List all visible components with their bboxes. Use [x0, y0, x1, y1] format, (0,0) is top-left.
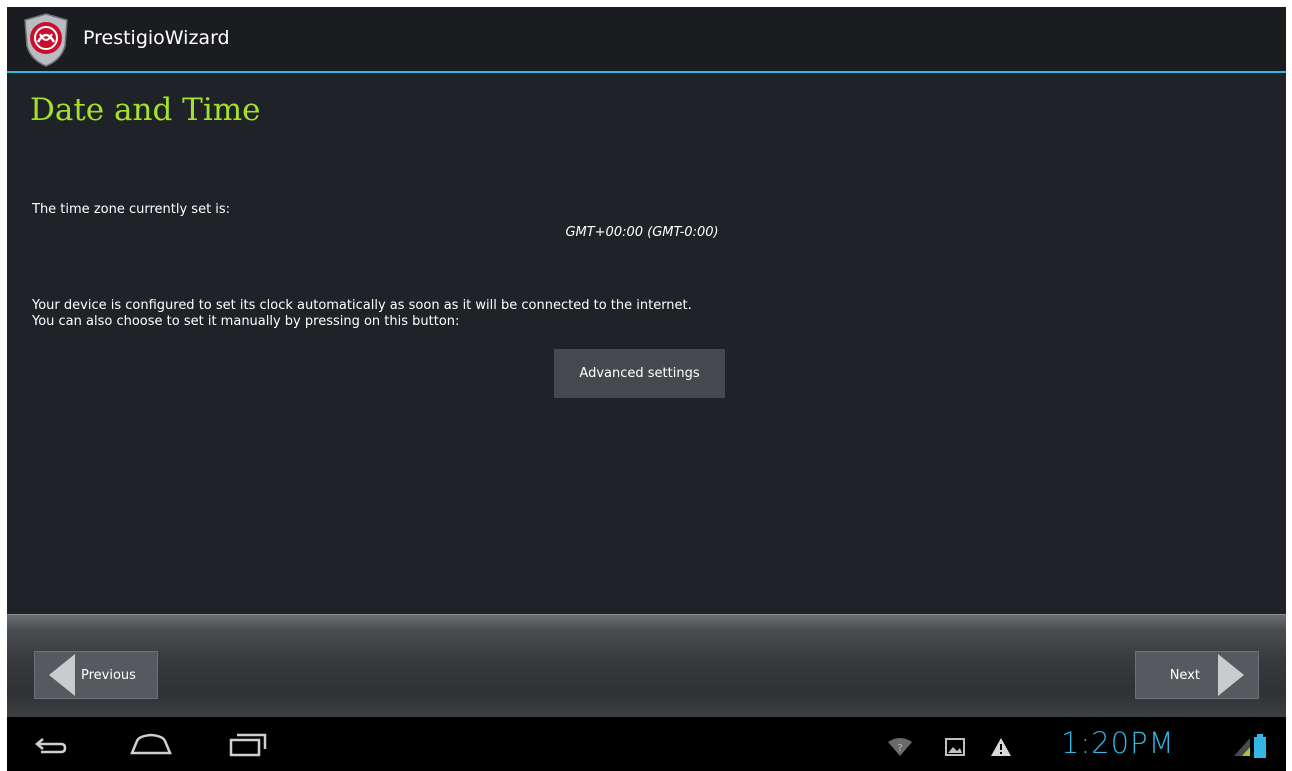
battery-icon: [1254, 734, 1266, 758]
gallery-notification-icon: [945, 738, 965, 756]
previous-button-label: Previous: [81, 667, 136, 683]
signal-icon: [1234, 738, 1250, 756]
wifi-icon: ?: [888, 738, 912, 756]
description: Your device is configured to set its clo…: [32, 298, 692, 330]
svg-text:?: ?: [897, 743, 902, 754]
status-clock: 1:20PM: [1061, 726, 1175, 760]
prestigio-shield-logo-icon: [24, 13, 68, 67]
arrow-left-icon: [49, 654, 75, 696]
timezone-label: The time zone currently set is:: [32, 202, 231, 217]
description-line-2: You can also choose to set it manually b…: [32, 314, 460, 329]
previous-button[interactable]: Previous: [34, 651, 158, 699]
advanced-settings-button[interactable]: Advanced settings: [554, 349, 725, 398]
description-line-1: Your device is configured to set its clo…: [32, 298, 692, 313]
page-title: Date and Time: [30, 92, 261, 128]
system-bar: ? 1:20PM: [7, 717, 1286, 771]
warning-icon: [991, 738, 1011, 756]
wizard-footer: Previous Next: [7, 614, 1286, 718]
arrow-right-icon: [1218, 654, 1244, 696]
app-title: PrestigioWizard: [83, 27, 230, 49]
home-icon[interactable]: [129, 731, 173, 757]
action-bar-divider: [7, 71, 1286, 73]
next-button[interactable]: Next: [1135, 651, 1259, 699]
back-icon[interactable]: [33, 733, 69, 757]
next-button-label: Next: [1169, 667, 1200, 683]
screen: PrestigioWizard Date and Time The time z…: [7, 7, 1286, 771]
timezone-value: GMT+00:00 (GMT-0:00): [565, 225, 719, 240]
action-bar: PrestigioWizard: [7, 7, 1286, 71]
recent-apps-icon[interactable]: [227, 731, 269, 759]
